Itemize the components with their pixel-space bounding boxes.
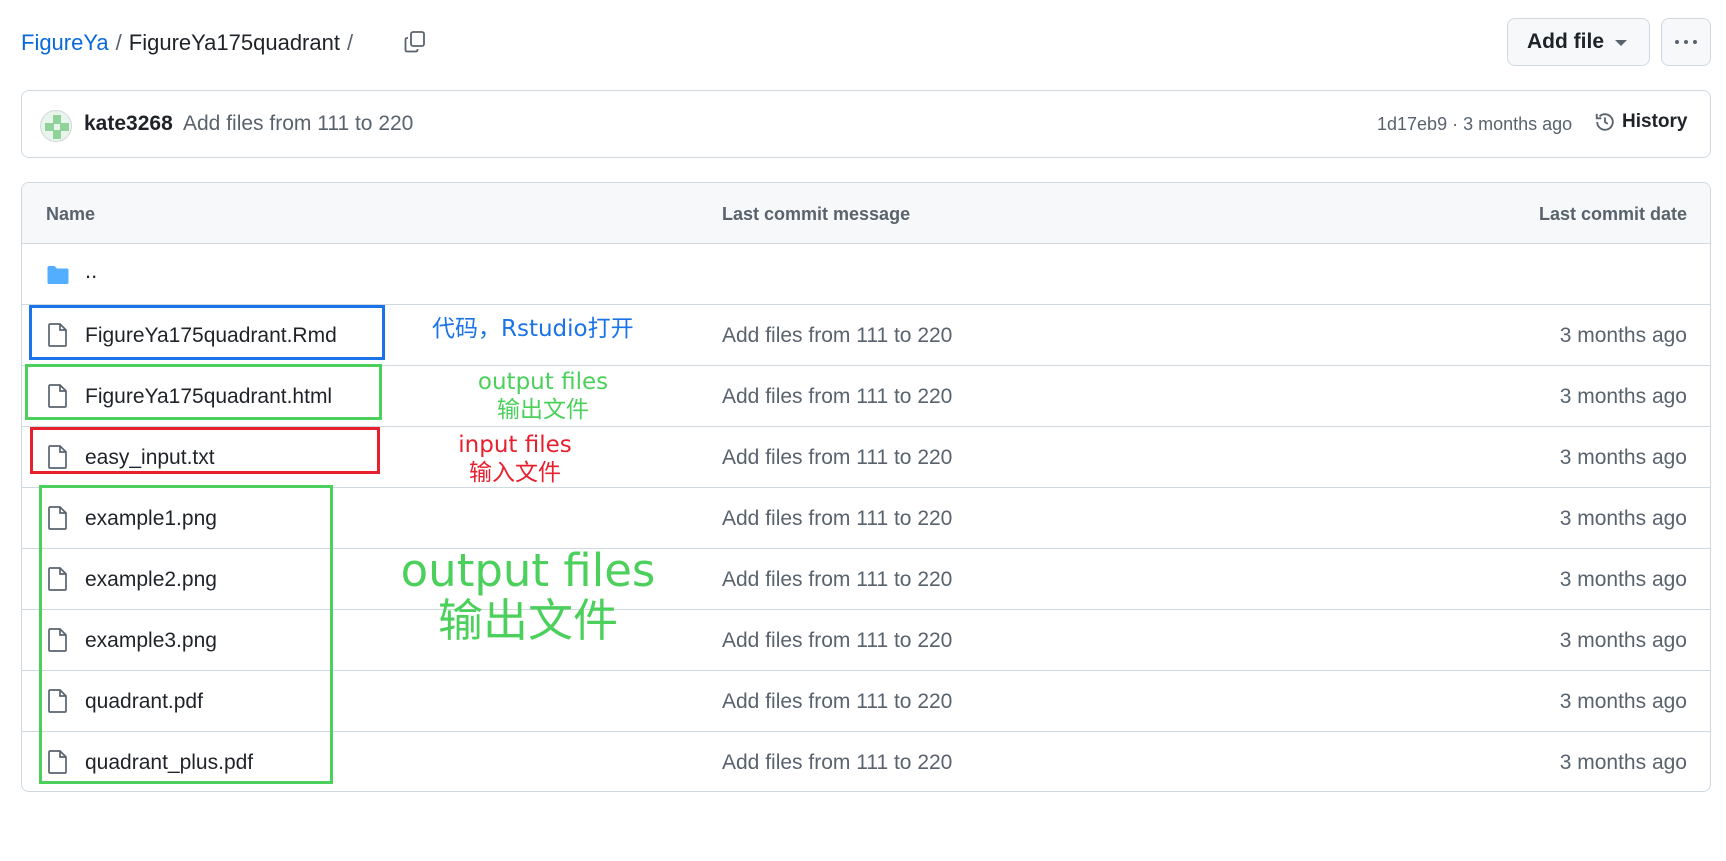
annotation-output-large: output files 输出文件 [400, 544, 656, 648]
copy-icon [404, 31, 425, 53]
parent-directory-row[interactable]: .. [22, 244, 1710, 305]
annotation-output-small: output files 输出文件 [477, 369, 609, 423]
breadcrumb: FigureYa / FigureYa175quadrant / [21, 30, 353, 56]
latest-commit-bar: kate3268 Add files from 111 to 220 1d17e… [21, 90, 1711, 158]
annotation-input: input files 输入文件 [458, 432, 572, 486]
avatar[interactable] [40, 110, 72, 142]
breadcrumb-separator: / [346, 30, 354, 55]
commit-message-link[interactable]: Add files from 111 to 220 [722, 507, 952, 531]
more-options-button[interactable] [1661, 18, 1711, 66]
commit-date: 3 months ago [1559, 507, 1687, 530]
history-label: History [1622, 111, 1688, 132]
annotation-box-input [30, 427, 380, 474]
annotation-code-label: 代码，Rstudio打开 [432, 316, 634, 342]
add-file-button[interactable]: Add file [1507, 18, 1650, 66]
commit-message-link[interactable]: Add files from 111 to 220 [722, 690, 952, 714]
commit-message-link[interactable]: Add files from 111 to 220 [183, 112, 413, 136]
commit-message-link[interactable]: Add files from 111 to 220 [722, 568, 952, 592]
add-file-label: Add file [1527, 30, 1604, 53]
breadcrumb-separator: / [115, 30, 122, 55]
commit-message-link[interactable]: Add files from 111 to 220 [722, 385, 952, 409]
commit-hash-and-time[interactable]: 1d17eb9 · 3 months ago [1377, 114, 1572, 135]
column-header-date: Last commit date [1538, 204, 1687, 224]
annotation-box-code [29, 305, 385, 360]
breadcrumb-current-folder: FigureYa175quadrant [128, 30, 340, 55]
column-header-message: Last commit message [722, 204, 911, 224]
commit-date: 3 months ago [1559, 629, 1687, 652]
commit-message-link[interactable]: Add files from 111 to 220 [722, 446, 952, 470]
caret-down-icon [1615, 40, 1627, 46]
annotation-box-output-files [39, 485, 333, 784]
kebab-horizontal-icon [1673, 40, 1700, 44]
table-header: Name Last commit message Last commit dat… [22, 183, 1710, 244]
commit-message-link[interactable]: Add files from 111 to 220 [722, 324, 952, 348]
repo-header: FigureYa / FigureYa175quadrant / Add fil… [21, 18, 1711, 68]
commit-date: 3 months ago [1559, 324, 1687, 347]
history-icon [1595, 113, 1614, 131]
history-button[interactable]: History [1594, 111, 1687, 133]
commit-author-link[interactable]: kate3268 [84, 112, 173, 136]
commit-date: 3 months ago [1559, 690, 1687, 713]
commit-message-link[interactable]: Add files from 111 to 220 [722, 629, 952, 653]
column-header-name: Name [46, 204, 96, 224]
commit-date: 3 months ago [1559, 446, 1687, 469]
commit-date: 3 months ago [1559, 568, 1687, 591]
parent-directory-link[interactable]: .. [85, 258, 97, 284]
commit-date: 3 months ago [1559, 385, 1687, 408]
commit-date: 3 months ago [1559, 751, 1687, 774]
folder-icon [47, 266, 69, 284]
annotation-box-output-html [25, 364, 382, 420]
commit-message-link[interactable]: Add files from 111 to 220 [722, 751, 952, 775]
breadcrumb-owner-link[interactable]: FigureYa [21, 30, 109, 56]
copy-path-button[interactable] [399, 26, 431, 58]
